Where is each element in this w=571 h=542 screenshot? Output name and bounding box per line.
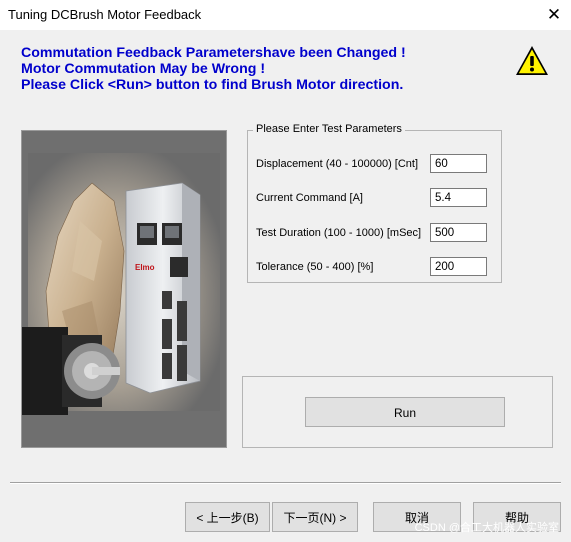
window-title: Tuning DCBrush Motor Feedback: [8, 7, 202, 22]
displacement-input[interactable]: [430, 154, 487, 173]
run-button[interactable]: Run: [305, 397, 505, 427]
warning-message: Commutation Feedback Parametershave been…: [21, 45, 406, 93]
next-button[interactable]: 下一页(N) >: [272, 502, 358, 532]
message-line-3: Please Click <Run> button to find Brush …: [21, 77, 404, 93]
test-parameters-group: Please Enter Test Parameters Displacemen…: [247, 123, 502, 283]
drive-and-motor-illustration: Elmo: [22, 131, 226, 447]
tolerance-input[interactable]: [430, 257, 487, 276]
bottom-separator: [10, 482, 561, 484]
current-command-label: Current Command [A]: [256, 192, 363, 204]
product-image: Elmo: [21, 130, 227, 448]
message-line-2: Motor Commutation May be Wrong !: [21, 61, 266, 77]
warning-triangle-icon: [516, 46, 548, 75]
displacement-label: Displacement (40 - 100000) [Cnt]: [256, 158, 419, 170]
test-duration-label: Test Duration (100 - 1000) [mSec]: [256, 227, 422, 239]
close-icon[interactable]: ✕: [537, 0, 571, 30]
test-parameters-legend: Please Enter Test Parameters: [253, 123, 405, 135]
dialog-content: Commutation Feedback Parametershave been…: [0, 30, 571, 542]
title-bar: Tuning DCBrush Motor Feedback ✕: [0, 0, 571, 30]
message-line-1: Commutation Feedback Parametershave been…: [21, 45, 406, 61]
tolerance-label: Tolerance (50 - 400) [%]: [256, 261, 374, 273]
test-duration-input[interactable]: [430, 223, 487, 242]
brand-label: Elmo: [135, 263, 155, 272]
watermark-text: CSDN @合工大机器人实验室: [414, 522, 559, 534]
back-button[interactable]: < 上一步(B): [185, 502, 270, 532]
run-group: Run: [242, 376, 553, 448]
current-command-input[interactable]: [430, 188, 487, 207]
